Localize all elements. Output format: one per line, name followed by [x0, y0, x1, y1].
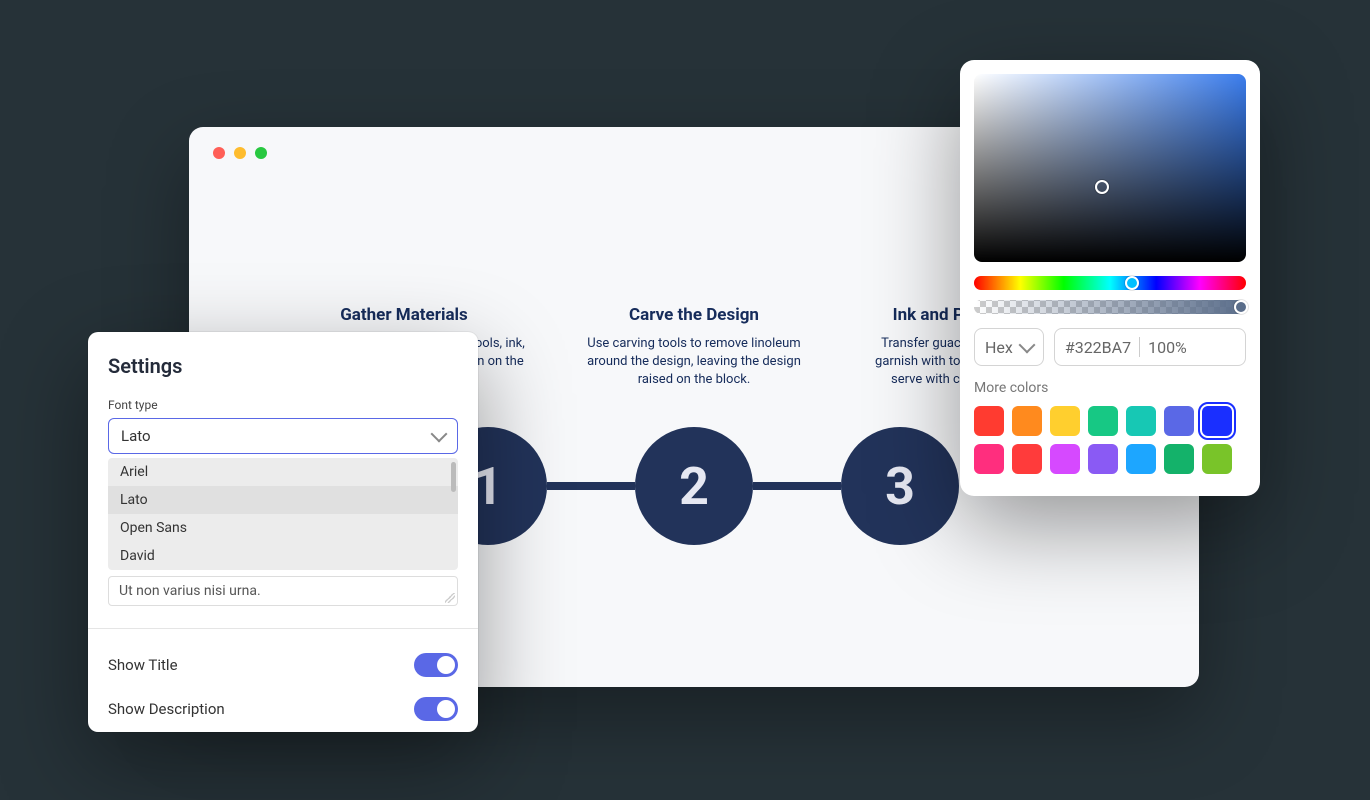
separator	[1139, 337, 1140, 357]
chevron-down-icon	[1018, 337, 1035, 354]
color-field[interactable]	[974, 74, 1246, 262]
font-option[interactable]: Ariel	[108, 458, 458, 486]
font-option[interactable]: Open Sans	[108, 514, 458, 542]
step-desc: Use carving tools to remove linoleum aro…	[569, 335, 819, 390]
settings-title: Settings	[108, 354, 458, 378]
chevron-down-icon	[431, 426, 448, 443]
color-swatch[interactable]	[974, 444, 1004, 474]
color-swatch[interactable]	[1012, 406, 1042, 436]
maximize-window-icon[interactable]	[255, 147, 267, 159]
show-description-toggle[interactable]	[414, 697, 458, 721]
toggle-knob	[437, 656, 455, 674]
color-format-value: Hex	[985, 338, 1013, 357]
window-controls	[213, 147, 267, 159]
step-circle-2: 2	[635, 427, 753, 545]
show-description-label: Show Description	[108, 700, 225, 718]
font-option[interactable]: Lato	[108, 486, 458, 514]
color-swatch[interactable]	[1050, 406, 1080, 436]
step-circle-3: 3	[841, 427, 959, 545]
color-field-cursor[interactable]	[1095, 180, 1109, 194]
step-circles: 1 2 3	[429, 427, 959, 545]
color-swatch[interactable]	[1164, 406, 1194, 436]
color-picker-panel: Hex #322BA7 100% More colors	[960, 60, 1260, 496]
close-window-icon[interactable]	[213, 147, 225, 159]
alpha-slider-cursor[interactable]	[1234, 300, 1248, 314]
divider	[88, 628, 478, 629]
font-options-dropdown: Ariel Lato Open Sans David	[108, 458, 458, 570]
swatch-row-2	[974, 444, 1246, 474]
show-title-toggle[interactable]	[414, 653, 458, 677]
show-title-label: Show Title	[108, 656, 178, 674]
swatch-row-1	[974, 406, 1246, 436]
color-swatch[interactable]	[1088, 444, 1118, 474]
color-swatch[interactable]	[1164, 444, 1194, 474]
font-option[interactable]: David	[108, 542, 458, 570]
toggle-knob	[437, 700, 455, 718]
color-swatch[interactable]	[1012, 444, 1042, 474]
color-swatch[interactable]	[1202, 406, 1232, 436]
color-swatch[interactable]	[1126, 406, 1156, 436]
textarea-input[interactable]: Ut non varius nisi urna.	[108, 576, 458, 606]
step-title: Gather Materials	[279, 305, 529, 325]
color-swatch[interactable]	[1050, 444, 1080, 474]
textarea-value: Ut non varius nisi urna.	[119, 583, 261, 599]
font-select-value: Lato	[121, 427, 151, 445]
hue-slider[interactable]	[974, 276, 1246, 290]
hex-value: #322BA7	[1065, 338, 1131, 357]
color-swatch[interactable]	[1126, 444, 1156, 474]
scrollbar[interactable]	[451, 462, 456, 492]
show-title-row: Show Title	[108, 643, 458, 687]
font-type-label: Font type	[108, 398, 458, 412]
step-2: Carve the Design Use carving tools to re…	[569, 305, 819, 390]
hex-input[interactable]: #322BA7 100%	[1054, 328, 1246, 366]
color-format-select[interactable]: Hex	[974, 328, 1044, 366]
color-swatch[interactable]	[1202, 444, 1232, 474]
color-swatch[interactable]	[1088, 406, 1118, 436]
more-colors-label: More colors	[974, 380, 1246, 396]
step-connector	[547, 482, 635, 490]
color-input-row: Hex #322BA7 100%	[974, 328, 1246, 366]
minimize-window-icon[interactable]	[234, 147, 246, 159]
opacity-value: 100%	[1148, 338, 1187, 357]
show-description-row: Show Description	[108, 687, 458, 731]
color-swatch[interactable]	[974, 406, 1004, 436]
hue-slider-cursor[interactable]	[1125, 276, 1139, 290]
alpha-slider[interactable]	[974, 300, 1246, 314]
font-select[interactable]: Lato	[108, 418, 458, 454]
step-connector	[753, 482, 841, 490]
settings-panel: Settings Font type Lato Ariel Lato Open …	[88, 332, 478, 732]
resize-handle-icon[interactable]	[445, 593, 455, 603]
step-title: Carve the Design	[569, 305, 819, 325]
